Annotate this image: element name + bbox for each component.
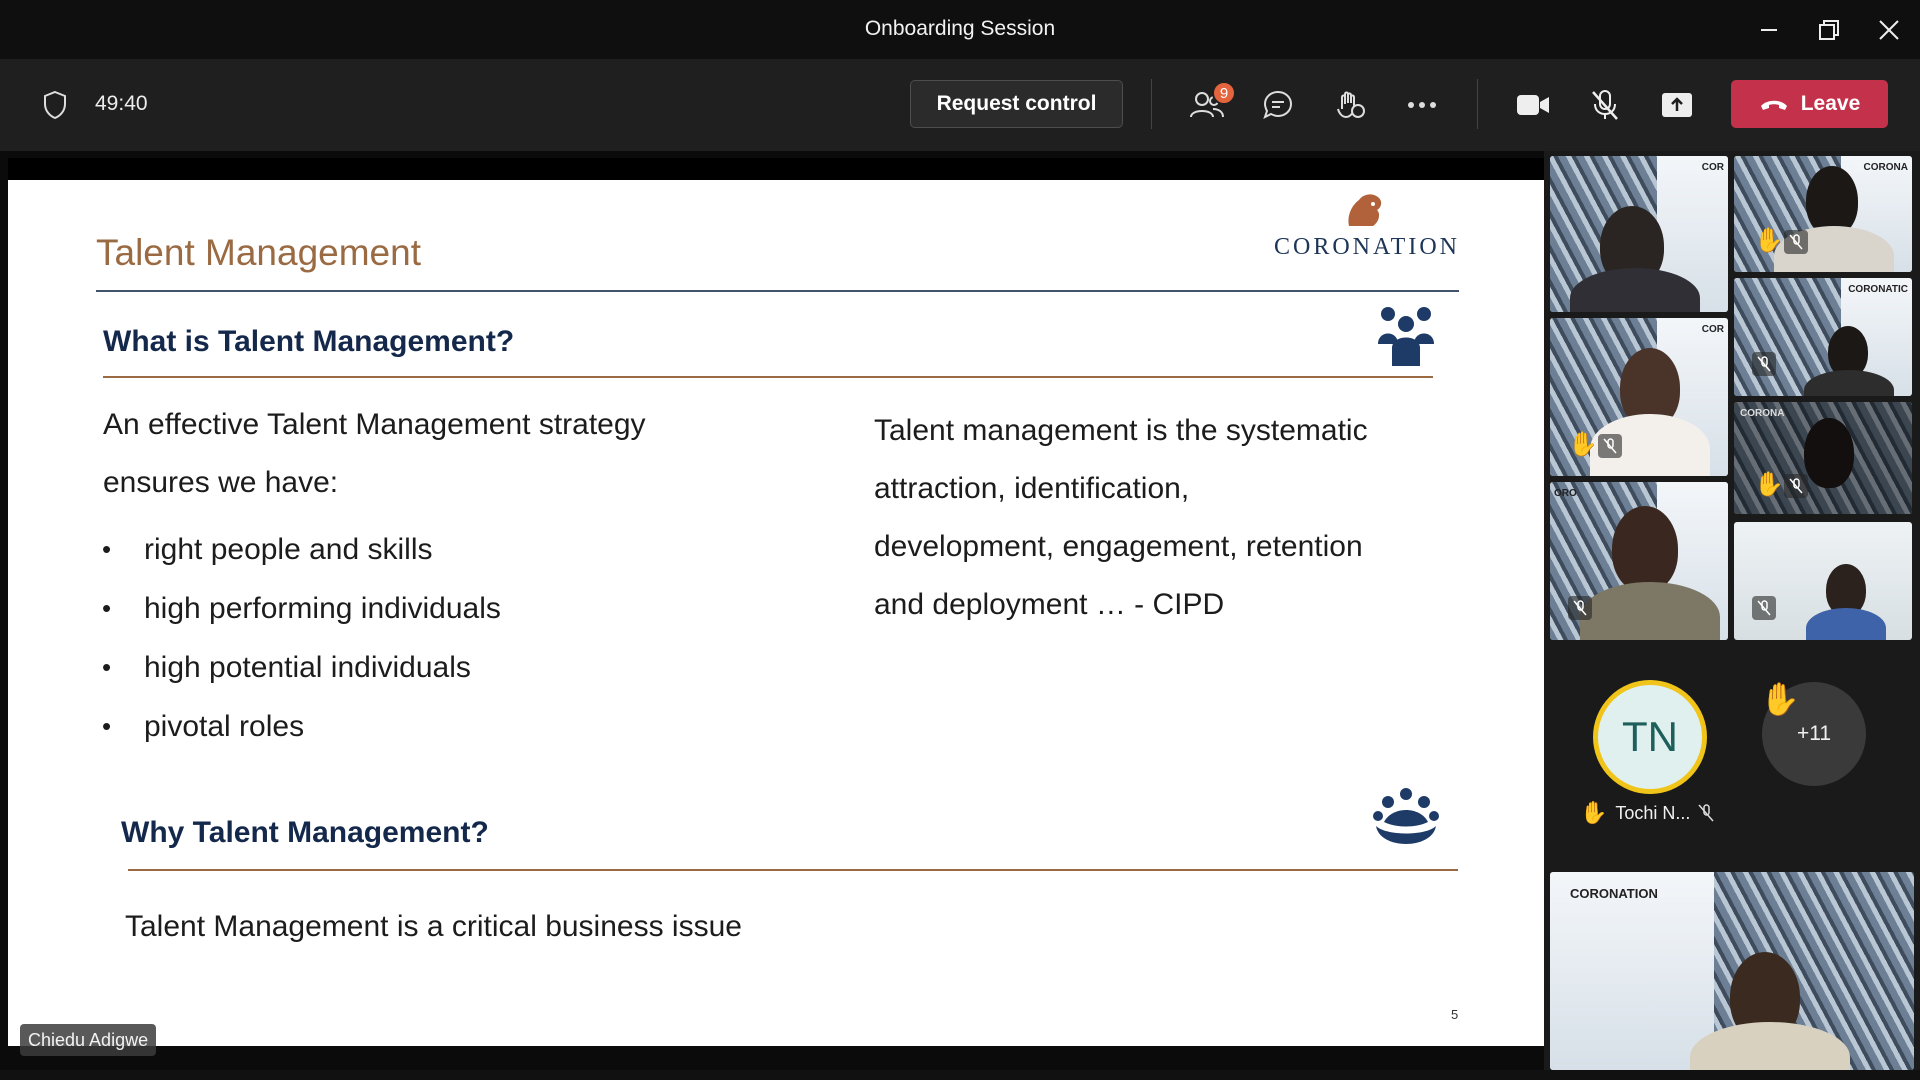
slide-page-number: 5 — [1451, 1007, 1459, 1022]
section-heading-what: What is Talent Management? — [103, 325, 515, 358]
mic-off-icon — [1784, 474, 1808, 498]
participant-video-tile[interactable]: ORO — [1550, 482, 1728, 640]
meeting-toolbar: 49:40 Request control 9 Leave — [0, 59, 1920, 151]
group-meeting-icon — [1373, 788, 1439, 844]
mic-off-icon — [1784, 230, 1808, 254]
camera-icon — [1517, 95, 1549, 115]
participant-video-tile[interactable] — [1734, 522, 1912, 640]
more-icon — [1408, 102, 1436, 108]
toolbar-divider — [1477, 79, 1478, 129]
raised-hand-icon: ✋ — [1754, 471, 1784, 498]
chat-icon — [1263, 90, 1293, 119]
intro-line-2: ensures we have: — [103, 466, 339, 499]
reactions-icon — [1337, 91, 1365, 119]
participants-badge: 9 — [1212, 81, 1236, 105]
more-options-button[interactable] — [1402, 85, 1442, 125]
self-view-video-tile[interactable]: CORONATION — [1550, 872, 1914, 1070]
list-item: • right people and skills — [102, 532, 433, 566]
leave-label: Leave — [1800, 92, 1861, 115]
lion-logo-icon — [1348, 194, 1382, 226]
share-button[interactable] — [1657, 85, 1697, 125]
close-button[interactable] — [1860, 0, 1918, 59]
close-icon — [1879, 19, 1899, 40]
list-item: • high performing individuals — [102, 591, 501, 625]
participant-video-tile[interactable]: CORONATIC — [1734, 278, 1912, 396]
shield-icon[interactable] — [42, 90, 68, 120]
list-item: • pivotal roles — [102, 709, 305, 743]
toolbar-divider — [1151, 79, 1152, 129]
window-title: Onboarding Session — [864, 17, 1056, 40]
raised-hand-icon: ✋ — [1754, 227, 1784, 254]
chat-button[interactable] — [1258, 85, 1298, 125]
title-rule — [96, 290, 1459, 292]
bottom-strip — [0, 1070, 1920, 1080]
section2-body: Talent Management is a critical business… — [125, 910, 742, 943]
slide-title: Talent Management — [96, 232, 421, 273]
mic-off-icon — [1568, 596, 1592, 620]
mic-off-icon — [1752, 352, 1776, 376]
presentation-slide: Talent Management CORONATION What is Tal… — [8, 180, 1544, 1046]
section1-rule — [103, 376, 1433, 378]
raised-hand-icon: ✋ — [1580, 800, 1608, 825]
phone-icon — [1760, 100, 1787, 110]
participant-video-tile[interactable]: COR — [1550, 156, 1728, 312]
raised-hand-icon: ✋ — [1760, 681, 1800, 717]
meeting-timer: 49:40 — [95, 92, 148, 115]
restore-button[interactable] — [1800, 0, 1858, 59]
participant-video-tile[interactable]: CORONA ✋ — [1734, 156, 1912, 272]
mic-off-icon — [1592, 90, 1618, 120]
coronation-logo-text: CORONATION — [1274, 234, 1460, 260]
title-bar: Onboarding Session — [0, 0, 1920, 59]
microphone-button[interactable] — [1585, 85, 1625, 125]
list-item: • high potential individuals — [102, 650, 471, 684]
leave-button[interactable]: Leave — [1731, 80, 1888, 128]
presenter-name-tag: Chiedu Adigwe — [20, 1024, 157, 1056]
mic-off-icon — [1752, 596, 1776, 620]
participant-name-tag: ✋ Tochi N... — [1580, 800, 1715, 826]
share-icon — [1662, 93, 1692, 117]
participant-avatar[interactable]: TN — [1593, 680, 1707, 794]
request-control-button[interactable]: Request control — [910, 80, 1123, 128]
mic-off-icon — [1698, 804, 1715, 822]
cipd-definition-quote: Talent management is the systematic attr… — [874, 414, 1368, 621]
restore-icon — [1819, 19, 1839, 40]
reactions-button[interactable] — [1330, 85, 1370, 125]
minimize-button[interactable] — [1740, 0, 1798, 59]
minimize-icon — [1761, 28, 1777, 31]
participant-video-tile[interactable]: CORONA ✋ — [1734, 402, 1912, 514]
team-icon — [1378, 307, 1434, 366]
camera-button[interactable] — [1513, 85, 1553, 125]
section-heading-why: Why Talent Management? — [121, 816, 489, 849]
mic-off-icon — [1598, 434, 1622, 458]
participant-video-tile[interactable]: COR ✋ — [1550, 318, 1728, 476]
raised-hand-icon: ✋ — [1568, 431, 1598, 458]
section2-rule — [128, 869, 1458, 871]
strategy-bullet-list: • right people and skills • high performin… — [102, 520, 501, 756]
intro-line-1: An effective Talent Management strategy — [103, 408, 646, 441]
